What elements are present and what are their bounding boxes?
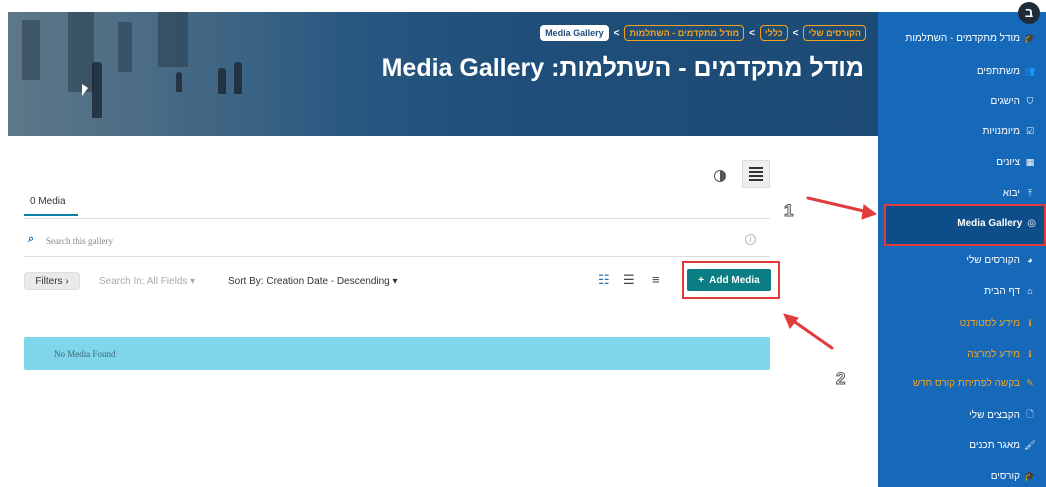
list-view-icon[interactable]: ☰ (623, 273, 635, 287)
sidebar-item-media-gallery[interactable]: Media Gallery ◎ (884, 204, 1046, 246)
sidebar-item-label: בקשה לפתיחת קורס חדש (912, 377, 1020, 389)
banner-person (92, 62, 102, 118)
menu-bar-icon (749, 179, 763, 181)
sidebar-item-grades[interactable]: ▦ ציונים (890, 153, 1036, 171)
annotation-arrowhead-1 (861, 204, 878, 220)
page-title: מודל מתקדמים - השתלמות: Media Gallery (381, 54, 864, 82)
info-icon[interactable]: i (745, 234, 756, 245)
detailed-view-icon[interactable]: ≡ (652, 273, 660, 287)
media-icon: ◎ (1027, 218, 1036, 229)
sidebar-item-import[interactable]: ⤒ יבוא (890, 184, 1036, 202)
breadcrumb-separator: < (749, 27, 755, 39)
banner-person (176, 72, 182, 92)
sidebar-item-participants[interactable]: 👥 משתתפים (890, 62, 1036, 80)
sidebar-item-label: יבוא (1002, 187, 1020, 199)
search-in-dropdown[interactable]: Search In: All Fields ▾ (99, 276, 195, 287)
shield-icon: ⛉ (1026, 95, 1034, 106)
breadcrumb: הקורסים שלי < כללי < מודל מתקדמים - השתל… (540, 25, 866, 41)
sidebar-item-label: מיומנויות (982, 125, 1020, 137)
banner-person (218, 68, 226, 94)
sidebar-item-label: דף הבית (984, 285, 1020, 297)
blocks-drawer-toggle[interactable] (742, 160, 770, 188)
banner-person (234, 62, 242, 94)
sidebar-item-label: הקורסים שלי (966, 254, 1020, 266)
info-icon: ℹ (1028, 317, 1032, 328)
user-avatar[interactable]: ב (1018, 2, 1040, 24)
home-icon: ⌂ (1027, 286, 1033, 296)
sidebar-item-course[interactable]: 🎓 מודל מתקדמים - השתלמות (878, 29, 1036, 47)
sidebar-item-courses[interactable]: 🎓 קורסים (890, 467, 1036, 485)
sidebar-item-my-files[interactable]: 🗋 הקבצים שלי (890, 406, 1036, 424)
menu-bar-icon (749, 167, 763, 169)
annotation-arrowhead-2 (783, 313, 799, 329)
filters-button[interactable]: Filters › (24, 272, 80, 290)
info-icon: ℹ (1028, 348, 1032, 359)
search-input[interactable] (44, 231, 694, 251)
divider (24, 218, 770, 219)
breadcrumb-my-courses[interactable]: הקורסים שלי (803, 25, 866, 41)
sidebar-item-label: קורסים (990, 470, 1020, 482)
sidebar-item-label: משתתפים (976, 65, 1020, 77)
sidebar-item-label: מודל מתקדמים - השתלמות (905, 32, 1020, 44)
tab-media[interactable]: 0 Media (30, 196, 66, 207)
plus-icon: + (698, 274, 705, 286)
gallery-search: ⌕ i (24, 231, 770, 251)
sort-by-dropdown[interactable]: Sort By: Creation Date - Descending ▾ (228, 276, 398, 287)
sidebar-item-my-courses[interactable]: ◕ הקורסים שלי (890, 251, 1036, 269)
breadcrumb-course[interactable]: מודל מתקדמים - השתלמות (624, 25, 745, 41)
sidebar-item-label: ציונים (996, 156, 1020, 168)
menu-bar-icon (749, 175, 763, 177)
sidebar-item-label: מידע לסטודנט (959, 317, 1020, 329)
users-icon: 👥 (1024, 65, 1036, 76)
annotation-number-1: 1 (783, 201, 794, 221)
banner-building (118, 22, 132, 72)
add-media-button[interactable]: + Add Media (687, 269, 771, 291)
breadcrumb-separator: < (613, 27, 620, 39)
banner-building (22, 20, 40, 80)
contrast-toggle-icon[interactable] (714, 170, 726, 182)
banner-building (158, 12, 188, 67)
banner-building (68, 12, 94, 92)
graduation-cap-icon: 🎓 (1024, 32, 1036, 43)
add-media-label: Add Media (709, 274, 760, 286)
sidebar-item-skills[interactable]: ☑ מיומנויות (890, 122, 1036, 140)
breadcrumb-media-gallery[interactable]: Media Gallery (540, 25, 609, 41)
breadcrumb-separator: < (792, 27, 799, 39)
grid-view-icon[interactable]: ☷ (598, 273, 610, 287)
annotation-arrow-2 (790, 318, 834, 350)
divider (24, 256, 770, 257)
sidebar-item-lecturer-info[interactable]: ℹ מידע למרצה (890, 345, 1036, 363)
dashboard-icon: ◕ (1027, 255, 1033, 265)
sidebar-item-label: הקבצים שלי (969, 409, 1020, 421)
course-header-banner: הקורסים שלי < כללי < מודל מתקדמים - השתל… (8, 12, 878, 136)
table-icon: ▦ (1025, 156, 1035, 167)
brush-icon: 🖌 (1024, 439, 1036, 450)
sidebar-item-label: Media Gallery (957, 218, 1023, 229)
sidebar-item-new-course-request[interactable]: ✎ בקשה לפתיחת קורס חדש (886, 374, 1036, 392)
sidebar-item-label: הישגים (990, 95, 1020, 107)
upload-icon: ⤒ (1028, 187, 1032, 198)
menu-bar-icon (749, 171, 763, 173)
tab-active-indicator (24, 214, 78, 216)
graduation-cap-icon: 🎓 (1024, 470, 1036, 481)
file-icon: 🗋 (1026, 409, 1034, 419)
sidebar-item-content-bank[interactable]: 🖌 מאגר תכנים (890, 436, 1036, 454)
annotation-number-2: 2 (835, 369, 846, 389)
annotation-arrow-1 (806, 196, 870, 214)
pencil-icon: ✎ (1026, 377, 1034, 388)
sidebar-item-achievements[interactable]: ⛉ הישגים (890, 92, 1036, 110)
breadcrumb-general[interactable]: כללי (759, 25, 788, 41)
search-icon[interactable]: ⌕ (28, 233, 34, 246)
sidebar-item-home[interactable]: ⌂ דף הבית (890, 282, 1036, 300)
sidebar-item-media-gallery-content: Media Gallery ◎ (957, 218, 1036, 229)
sidebar-item-label: מאגר תכנים (969, 439, 1020, 451)
empty-state-banner: No Media Found (24, 337, 770, 370)
sidebar-item-student-info[interactable]: ℹ מידע לסטודנט (890, 314, 1036, 332)
mouse-cursor-icon (82, 84, 88, 96)
check-square-icon: ☑ (1025, 125, 1035, 136)
sidebar-item-label: מידע למרצה (967, 348, 1020, 360)
